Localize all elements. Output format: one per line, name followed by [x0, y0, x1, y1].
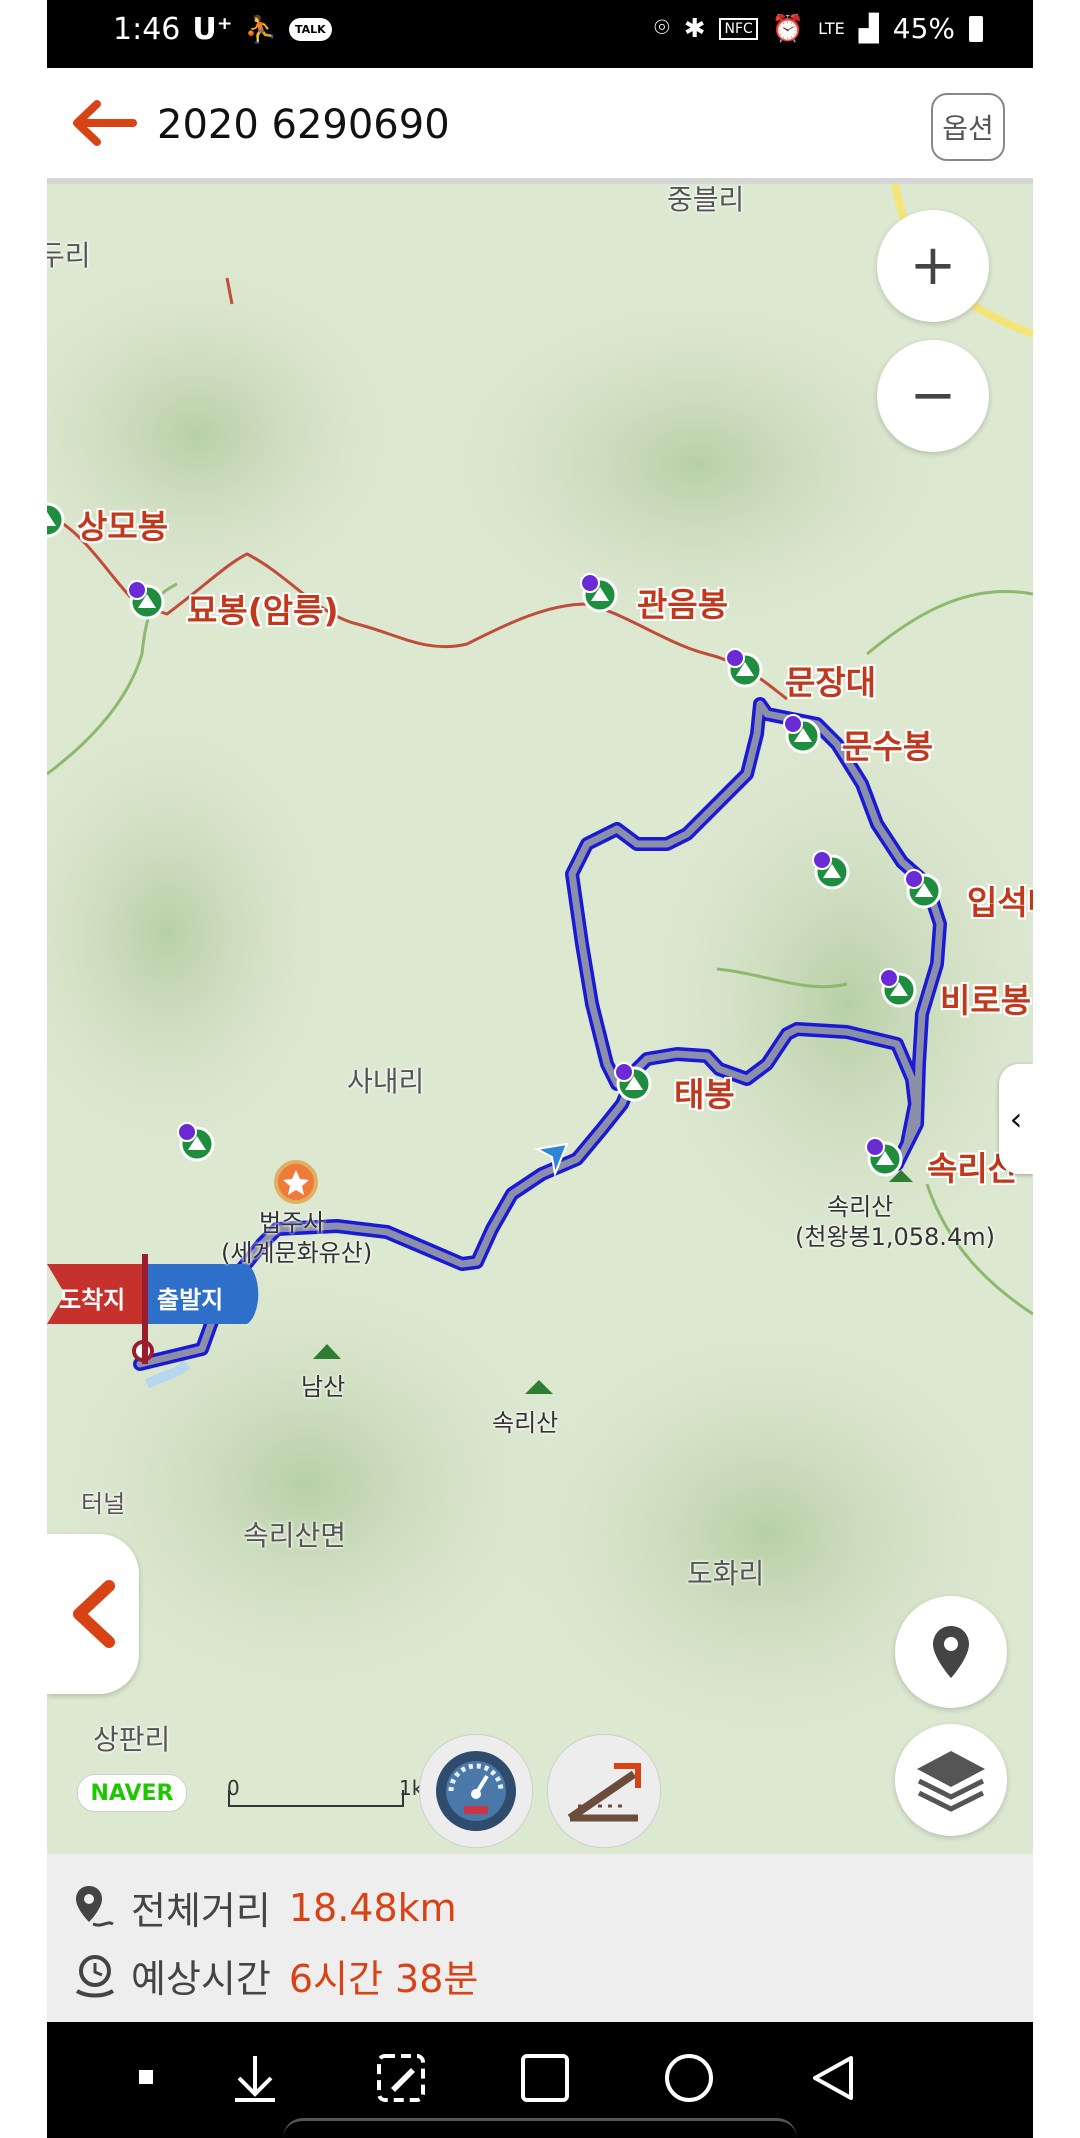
phone-screen: 1:46 U⁺ ⛹ TALK ⌾ ✱ NFC ⏰ LTE ▟ 45% 2020 …: [47, 0, 1033, 2138]
map-view[interactable]: 도착지 출발지 중블리 두리 상모봉 묘봉(암릉) 관음봉 문장대 문수봉 입석…: [47, 184, 1033, 1854]
temple-label-heritage: (세계문화유산): [221, 1239, 373, 1267]
accessibility-icon: ⛹: [244, 14, 277, 45]
speedometer-button[interactable]: [419, 1734, 533, 1848]
place-label-songnisanmyeon: 속리산면: [243, 1519, 347, 1552]
map-layers-button[interactable]: [895, 1724, 1007, 1836]
peak-label-munsubong: 문수봉: [842, 727, 934, 766]
summit-label-elevation: (천왕봉1,058.4m): [795, 1223, 995, 1251]
naver-logo: NAVER: [77, 1774, 187, 1812]
my-location-button[interactable]: [895, 1596, 1007, 1708]
peak-label-munjangdae: 문장대: [785, 663, 877, 702]
place-label-dohwari: 도화리: [687, 1557, 765, 1590]
kakaotalk-icon: TALK: [288, 18, 332, 41]
back-nav-icon[interactable]: [805, 2050, 861, 2106]
map-scale-bar: 0 1km: [227, 1776, 443, 1810]
place-label-sangpanri: 상판리: [93, 1723, 171, 1756]
page-title: 2020 6290690: [157, 102, 450, 148]
chevron-left-icon: ‹: [1009, 1100, 1023, 1138]
distance-value: 18.48km: [288, 1885, 457, 1930]
departure-flag-label: 출발지: [157, 1286, 224, 1314]
estimated-time-icon: [75, 1954, 115, 1997]
carrier-label: U⁺: [192, 12, 233, 47]
zoom-out-button[interactable]: −: [877, 340, 989, 452]
peak-label-birobong: 비로봉: [940, 981, 1032, 1020]
back-arrow-icon: [73, 100, 137, 146]
route-summary-panel: 전체거리 18.48km 예상시간 6시간 38분: [47, 1854, 1033, 2022]
recent-apps-icon[interactable]: [517, 2050, 573, 2106]
left-panel-toggle[interactable]: [47, 1534, 139, 1694]
download-icon[interactable]: [227, 2050, 283, 2106]
battery-percent: 45%: [892, 12, 955, 45]
place-label-sanaeri: 사내리: [347, 1065, 425, 1098]
peak-label-ipseokdae: 입석대: [967, 883, 1033, 922]
edge-top-label: 중블리: [667, 184, 745, 216]
alarm-icon: ⏰: [771, 13, 805, 44]
scale-line: [228, 1790, 404, 1807]
time-label: 예상시간: [131, 1957, 271, 2001]
arrival-flag-label: 도착지: [59, 1286, 126, 1314]
tunnel-label: 터널: [81, 1490, 126, 1518]
slope-icon: [567, 1763, 641, 1822]
app-header: 2020 6290690 옵션: [47, 68, 1033, 184]
time-row: 예상시간 6시간 38분: [73, 1948, 478, 2003]
bluetooth-icon: ✱: [683, 13, 706, 44]
options-button[interactable]: 옵션: [931, 93, 1005, 161]
distance-row: 전체거리 18.48km: [73, 1880, 457, 1935]
summit-label-name: 속리산: [827, 1193, 894, 1221]
location-icon: ⌾: [654, 13, 670, 43]
peak-label-myobong: 묘봉(암릉): [187, 591, 339, 630]
minus-icon: −: [909, 363, 957, 428]
mountain-label-songnisan: 속리산: [492, 1409, 559, 1437]
peak-label-taebong: 태봉: [674, 1075, 735, 1114]
lte-icon: LTE: [818, 19, 845, 38]
distance-label: 전체거리: [131, 1889, 271, 1933]
plus-icon: +: [909, 233, 957, 298]
gauge-icon: [436, 1751, 516, 1831]
status-bar: 1:46 U⁺ ⛹ TALK ⌾ ✱ NFC ⏰ LTE ▟ 45%: [47, 0, 1033, 68]
time-value: 6시간 38분: [288, 1957, 479, 2001]
location-pin-icon: [933, 1626, 969, 1678]
peak-label-gwaneumbong: 관음봉: [637, 585, 729, 624]
route-distance-icon: [76, 1885, 114, 1927]
layers-icon: [917, 1751, 985, 1812]
screenshot-edit-icon[interactable]: [373, 2050, 429, 2106]
battery-icon: [969, 15, 983, 42]
nfc-icon: NFC: [719, 17, 758, 40]
gesture-handle: [283, 2118, 797, 2138]
back-button[interactable]: [67, 98, 137, 148]
elevation-profile-button[interactable]: [547, 1734, 661, 1848]
chevron-left-large-icon: [73, 1580, 115, 1648]
edge-left-label: 두리: [47, 239, 91, 272]
status-time: 1:46: [113, 12, 181, 47]
system-nav-bar: [47, 2022, 1033, 2138]
peak-label-sangmobong: 상모봉: [77, 507, 169, 546]
temple-label-name: 법주사: [259, 1209, 326, 1237]
nav-dot-icon[interactable]: [127, 2050, 167, 2106]
map-background: [47, 184, 1033, 1854]
mountain-label-namsan: 남산: [301, 1373, 346, 1401]
side-panel-toggle[interactable]: ‹: [999, 1064, 1033, 1174]
zoom-in-button[interactable]: +: [877, 210, 989, 322]
home-icon[interactable]: [661, 2050, 717, 2106]
signal-icon: ▟: [858, 13, 879, 44]
